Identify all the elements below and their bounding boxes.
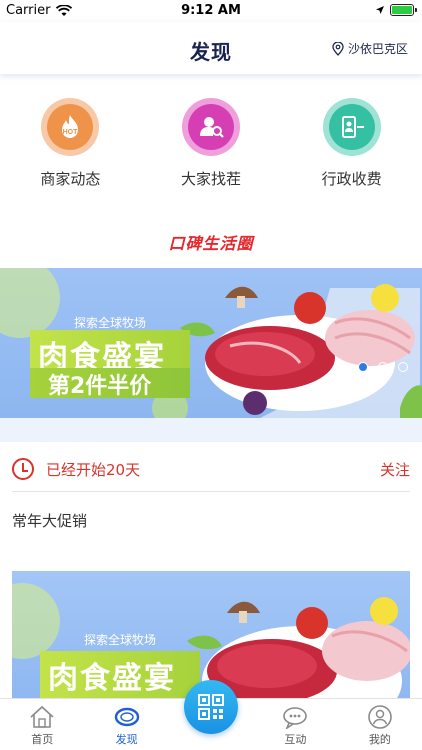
carousel-dot[interactable]: [398, 362, 408, 372]
status-right: [375, 4, 417, 16]
scan-button[interactable]: [184, 680, 238, 734]
divider: [12, 491, 410, 492]
home-icon: [30, 705, 54, 728]
section-logo: 口碑生活圈: [168, 234, 254, 253]
campaign-image-main-text: 肉食盛宴: [40, 651, 200, 698]
hot-icon: HOT: [62, 115, 79, 138]
tab-discover[interactable]: 发现: [84, 699, 168, 750]
location-selector[interactable]: 沙依巴克区: [332, 40, 408, 57]
campaign-image-top-text: 探索全球牧场: [84, 633, 157, 647]
tab-interact[interactable]: 互动: [253, 699, 337, 750]
tab-label: 发现: [115, 733, 138, 746]
campaign-status: 已经开始20天: [46, 460, 141, 479]
quick-entry-label: 大家找茬: [181, 170, 242, 188]
profile-icon: [368, 705, 392, 729]
battery-icon: [390, 4, 417, 16]
eye-icon: [114, 707, 139, 727]
tab-profile[interactable]: 我的: [338, 699, 422, 750]
campaign-header: 已经开始20天 关注: [12, 454, 410, 484]
carousel-dot[interactable]: [358, 362, 368, 372]
status-time: 9:12 AM: [181, 3, 241, 18]
carousel-dots: [358, 362, 408, 372]
user-search-icon: [200, 117, 224, 138]
section-separator: [0, 418, 422, 442]
tab-home[interactable]: 首页: [0, 699, 84, 750]
qr-code-icon: [198, 694, 224, 720]
tab-label: 互动: [284, 733, 307, 746]
banner-sub-text: 第2件半价: [30, 368, 190, 399]
tab-label: 我的: [368, 733, 391, 746]
chat-icon: [283, 707, 308, 729]
follow-button[interactable]: 关注: [380, 459, 410, 480]
clock-icon: [12, 458, 34, 480]
banner-carousel[interactable]: 探索全球牧场 肉食盛宴 第2件半价: [0, 268, 422, 418]
quick-entry-label: 行政收费: [321, 170, 382, 188]
map-pin-icon: [332, 41, 344, 56]
tab-label: 首页: [31, 733, 54, 746]
quick-entry-find-issues[interactable]: 大家找茬: [141, 98, 282, 198]
admin-fee-icon: [341, 116, 364, 138]
banner-top-text: 探索全球牧场: [74, 316, 147, 330]
quick-entry-circle: [182, 98, 240, 156]
quick-entry-label: 商家动态: [40, 170, 101, 188]
status-bar: Carrier 9:12 AM: [0, 0, 422, 22]
campaign-title: 常年大促销: [12, 512, 88, 530]
quick-entry-circle: HOT: [41, 98, 100, 156]
location-label: 沙依巴克区: [347, 42, 408, 56]
carousel-dot[interactable]: [378, 362, 388, 372]
hot-badge-text: HOT: [63, 129, 79, 136]
quick-entries: HOT 商家动态 大家找茬 行政收费: [0, 98, 422, 198]
location-arrow-icon: [376, 6, 384, 14]
campaign-image[interactable]: 探索全球牧场 肉食盛宴: [12, 571, 410, 698]
quick-entry-admin-fees[interactable]: 行政收费: [281, 98, 422, 198]
nav-bar: 发现 沙依巴克区: [0, 22, 422, 74]
quick-entry-circle: [322, 98, 381, 156]
quick-entry-merchant-news[interactable]: HOT 商家动态: [0, 98, 141, 198]
